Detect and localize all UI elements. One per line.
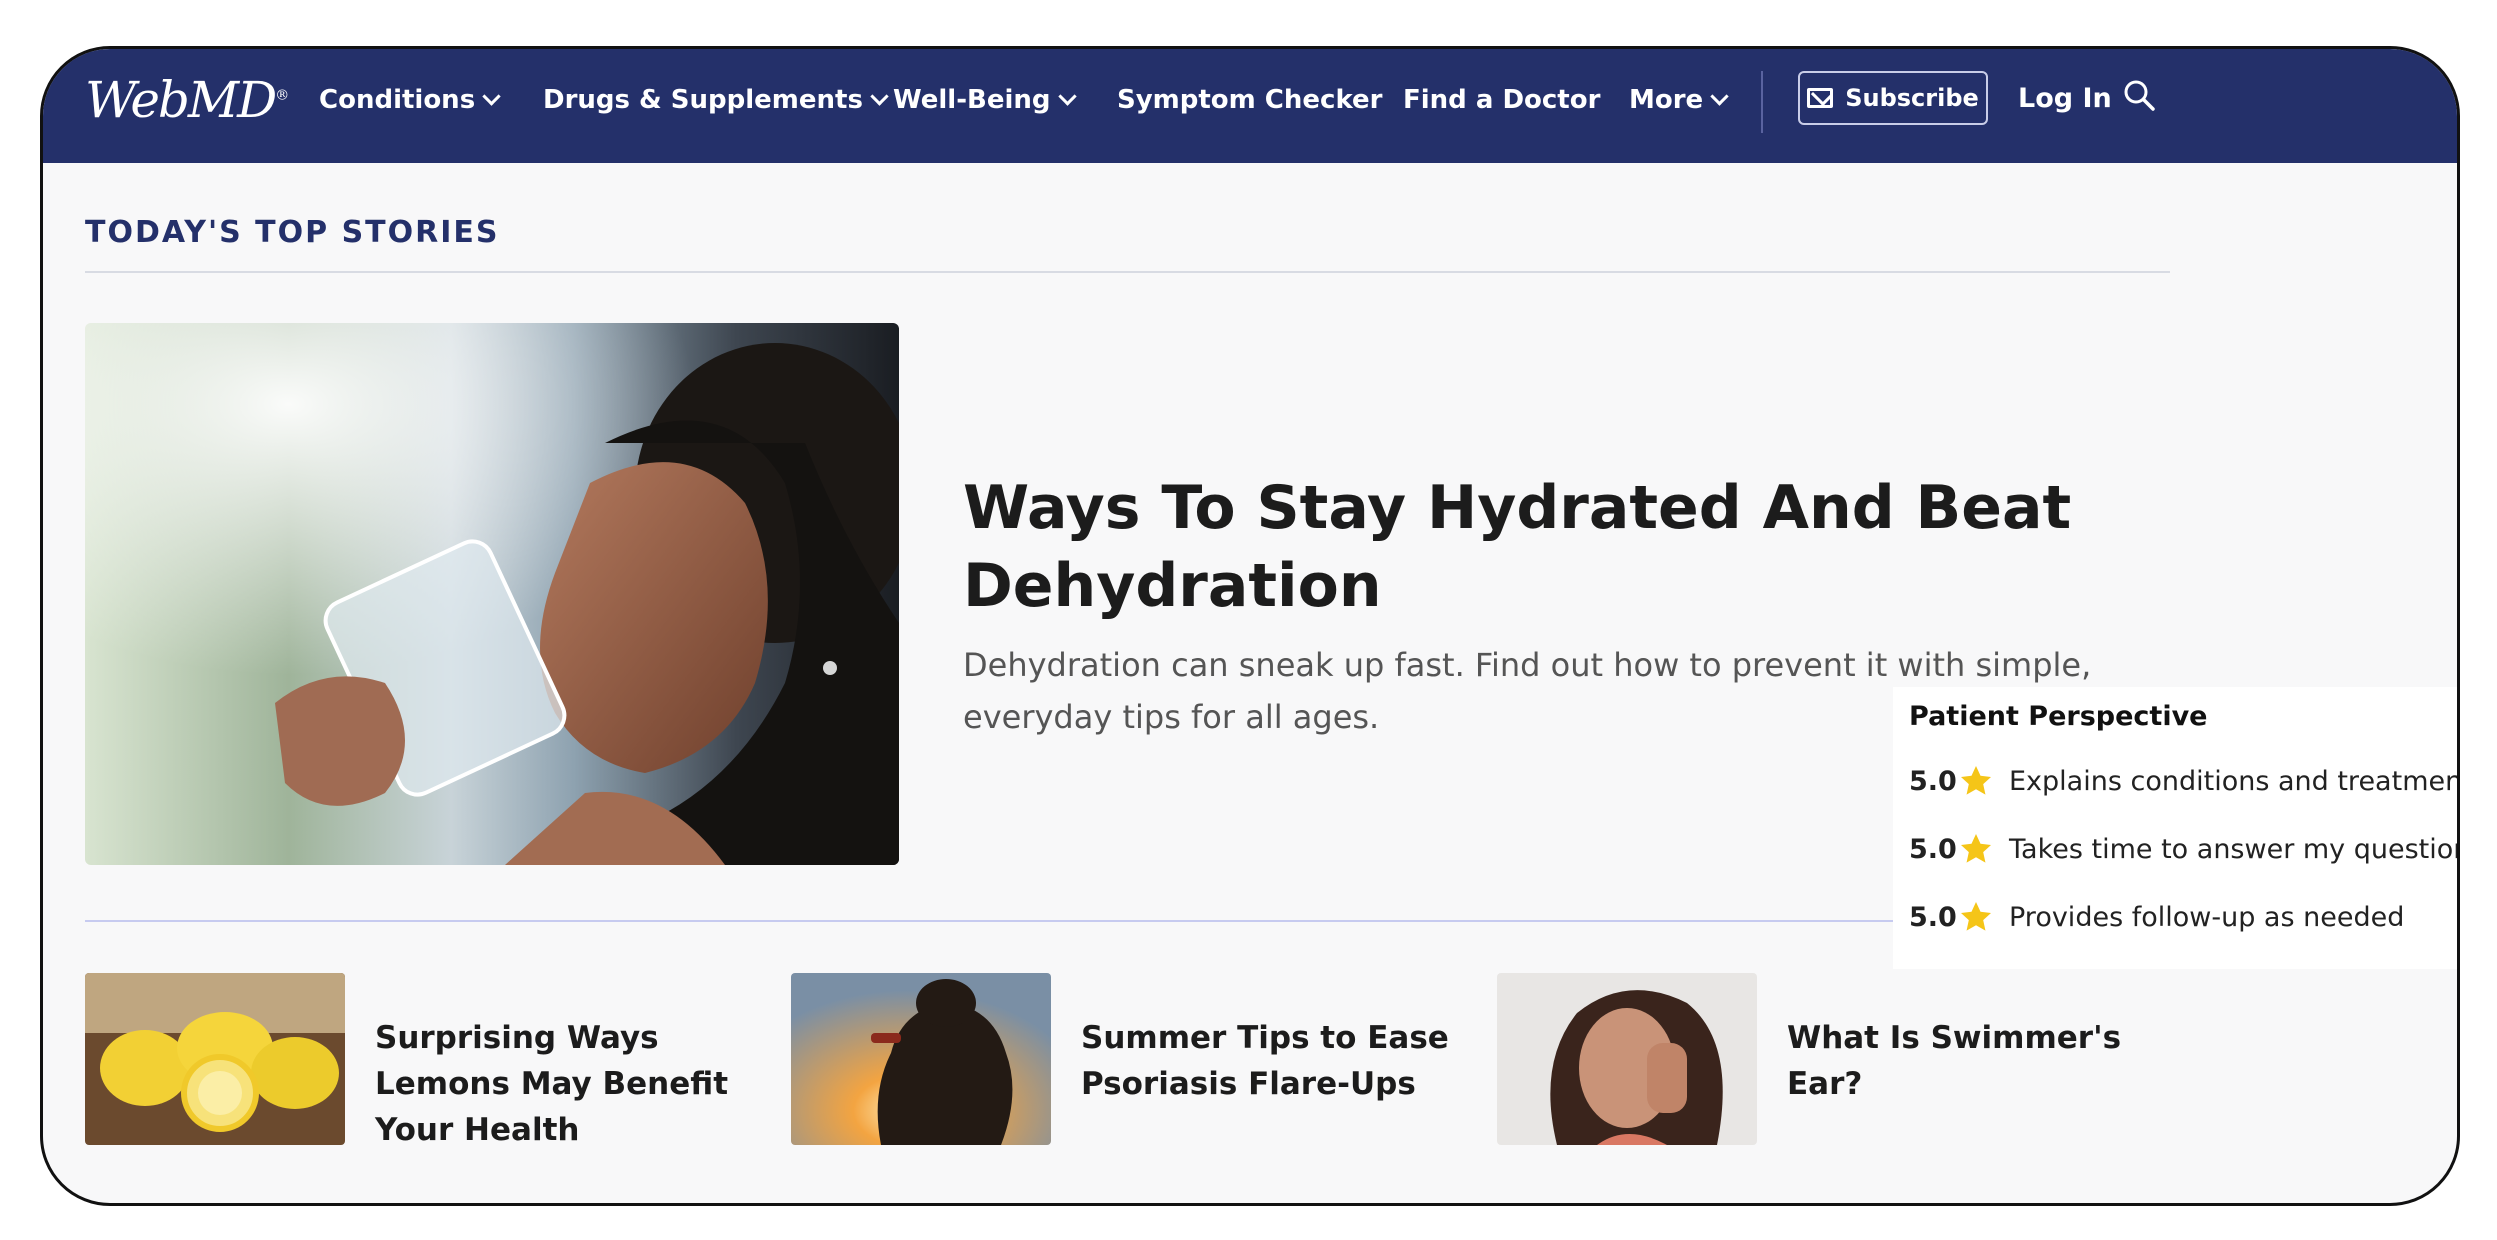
chevron-down-icon (482, 86, 501, 106)
story-card[interactable]: What Is Swimmer's Ear? (1497, 973, 2217, 1145)
story-title[interactable]: Surprising Ways Lemons May Benefit Your … (375, 1015, 795, 1153)
star-icon (1961, 834, 1991, 863)
patient-perspective-panel: Patient Perspective 5.0 Explains conditi… (1893, 687, 2460, 969)
story-card[interactable]: Summer Tips to Ease Psoriasis Flare-Ups (791, 973, 1511, 1145)
nav-well-being-label: Well-Being (893, 85, 1051, 115)
nav-well-being[interactable]: Well-Being (893, 85, 1077, 115)
subscribe-label: Subscribe (1845, 84, 1979, 112)
stories-divider (85, 920, 2170, 922)
nav-conditions-label: Conditions (319, 85, 476, 115)
rating-label: Provides follow-up as needed (2009, 901, 2405, 933)
browser-frame: WebMD® Conditions Drugs & Supplements We… (40, 46, 2460, 1206)
chevron-down-icon (870, 86, 889, 106)
rating-label: Explains conditions and treatments (2009, 765, 2460, 797)
story-title[interactable]: Summer Tips to Ease Psoriasis Flare-Ups (1081, 1015, 1501, 1107)
nav-drugs-supplements[interactable]: Drugs & Supplements (543, 85, 889, 115)
nav-find-a-doctor[interactable]: Find a Doctor (1403, 85, 1600, 115)
star-icon (1961, 766, 1991, 795)
hero-image[interactable] (85, 323, 899, 865)
nav-drugs-label: Drugs & Supplements (543, 85, 863, 115)
story-card[interactable]: Surprising Ways Lemons May Benefit Your … (85, 973, 805, 1148)
lemons-photo-icon (85, 973, 345, 1145)
nav-symptom-label: Symptom Checker (1117, 85, 1383, 115)
hero-headline[interactable]: Ways To Stay Hydrated And Beat Dehydrati… (963, 469, 2113, 625)
rating-row: 5.0 Provides follow-up as needed (1909, 899, 2404, 935)
nav-more-label: More (1629, 85, 1704, 115)
rating-score: 5.0 (1909, 901, 1957, 933)
story-title[interactable]: What Is Swimmer's Ear? (1787, 1015, 2207, 1107)
top-navigation: WebMD® Conditions Drugs & Supplements We… (43, 49, 2457, 163)
star-icon (1961, 902, 1991, 931)
login-link[interactable]: Log In (2018, 83, 2112, 114)
story-image[interactable] (85, 973, 345, 1145)
mail-icon (1807, 88, 1834, 108)
rating-score: 5.0 (1909, 765, 1957, 797)
search-icon[interactable] (2123, 79, 2155, 111)
section-title: TODAY'S TOP STORIES (85, 215, 500, 250)
webmd-logo[interactable]: WebMD® (85, 71, 289, 129)
woman-drinking-water-photo-icon (85, 323, 899, 865)
story-image[interactable] (791, 973, 1051, 1145)
logo-trademark: ® (275, 87, 289, 104)
subscribe-button[interactable]: Subscribe (1798, 71, 1988, 125)
rating-score: 5.0 (1909, 833, 1957, 865)
story-image[interactable] (1497, 973, 1757, 1145)
section-divider (85, 271, 2170, 273)
chevron-down-icon (1710, 86, 1729, 106)
nav-conditions[interactable]: Conditions (319, 85, 501, 115)
rating-row: 5.0 Takes time to answer my questions (1909, 831, 2460, 867)
nav-doctor-label: Find a Doctor (1403, 85, 1601, 115)
chevron-down-icon (1057, 86, 1077, 106)
patient-perspective-title: Patient Perspective (1909, 701, 2208, 732)
nav-symptom-checker[interactable]: Symptom Checker (1117, 85, 1383, 115)
woman-earache-photo-icon (1497, 973, 1757, 1145)
nav-divider (1761, 71, 1763, 133)
rating-label: Takes time to answer my questions (2009, 833, 2460, 865)
silhouette-sunset-photo-icon (791, 973, 1051, 1145)
rating-row: 5.0 Explains conditions and treatments (1909, 763, 2460, 799)
nav-more[interactable]: More (1629, 85, 1729, 115)
